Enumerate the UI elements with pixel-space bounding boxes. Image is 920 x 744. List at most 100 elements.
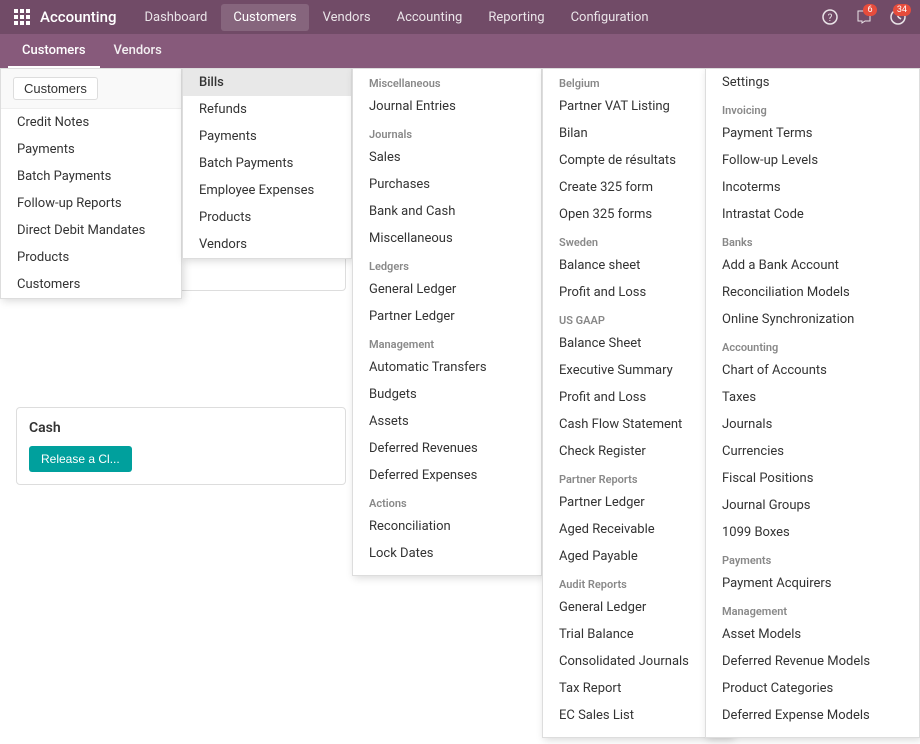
accounting-purchases[interactable]: Purchases	[353, 171, 541, 198]
reporting-partner-vat[interactable]: Partner VAT Listing	[543, 93, 731, 120]
second-nav-vendors[interactable]: Vendors	[100, 34, 176, 68]
customers-dropdown-header: Customers	[1, 69, 181, 109]
reporting-consolidated-journals[interactable]: Consolidated Journals	[543, 648, 731, 675]
customers-credit-notes[interactable]: Credit Notes	[1, 109, 181, 136]
reporting-check-register[interactable]: Check Register	[543, 438, 731, 465]
reporting-belgium-label: Belgium	[543, 69, 731, 93]
customers-header-button[interactable]: Customers	[13, 77, 98, 100]
reporting-aged-receivable[interactable]: Aged Receivable	[543, 516, 731, 543]
accounting-lock-dates[interactable]: Lock Dates	[353, 540, 541, 567]
config-payment-acquirers[interactable]: Payment Acquirers	[706, 570, 919, 597]
accounting-general-ledger[interactable]: General Ledger	[353, 276, 541, 303]
accounting-journal-entries[interactable]: Journal Entries	[353, 93, 541, 120]
customers-payments[interactable]: Payments	[1, 136, 181, 163]
config-deferred-expense-models[interactable]: Deferred Expense Models	[706, 702, 919, 729]
cash-section: Cash Release a Cl...	[16, 407, 346, 485]
reporting-compte-resultats[interactable]: Compte de résultats	[543, 147, 731, 174]
second-nav-bar: Customers Vendors	[0, 34, 920, 68]
customers-products[interactable]: Products	[1, 244, 181, 271]
config-asset-models[interactable]: Asset Models	[706, 621, 919, 648]
accounting-actions-label: Actions	[353, 489, 541, 513]
config-taxes[interactable]: Taxes	[706, 384, 919, 411]
reporting-sweden-balance[interactable]: Balance sheet	[543, 252, 731, 279]
customers-customers[interactable]: Customers	[1, 271, 181, 298]
reporting-audit-general-ledger[interactable]: General Ledger	[543, 594, 731, 621]
nav-dashboard[interactable]: Dashboard	[132, 4, 219, 31]
clock-icon[interactable]: 34	[884, 3, 912, 31]
release-button[interactable]: Release a Cl...	[29, 446, 132, 472]
nav-customers[interactable]: Customers	[221, 4, 308, 31]
accounting-deferred-revenues[interactable]: Deferred Revenues	[353, 435, 541, 462]
customers-direct-debit[interactable]: Direct Debit Mandates	[1, 217, 181, 244]
reporting-usgaap-profit[interactable]: Profit and Loss	[543, 384, 731, 411]
accounting-bank-cash[interactable]: Bank and Cash	[353, 198, 541, 225]
nav-reporting[interactable]: Reporting	[476, 4, 556, 31]
vendors-dropdown: Bills Refunds Payments Batch Payments Em…	[182, 68, 352, 259]
vendors-batch-payments[interactable]: Batch Payments	[183, 150, 351, 177]
config-product-categories[interactable]: Product Categories	[706, 675, 919, 702]
config-deferred-revenue-models[interactable]: Deferred Revenue Models	[706, 648, 919, 675]
accounting-ledgers-label: Ledgers	[353, 252, 541, 276]
chat-icon[interactable]: 6	[850, 3, 878, 31]
reporting-usgaap-balance[interactable]: Balance Sheet	[543, 330, 731, 357]
config-journals[interactable]: Journals	[706, 411, 919, 438]
vendors-bills[interactable]: Bills	[183, 69, 351, 96]
accounting-miscellaneous[interactable]: Miscellaneous	[353, 225, 541, 252]
nav-accounting[interactable]: Accounting	[385, 4, 475, 31]
reporting-open-325[interactable]: Open 325 forms	[543, 201, 731, 228]
reporting-partner-reports-label: Partner Reports	[543, 465, 731, 489]
reporting-tax-report[interactable]: Tax Report	[543, 675, 731, 702]
accounting-budgets[interactable]: Budgets	[353, 381, 541, 408]
accounting-auto-transfers[interactable]: Automatic Transfers	[353, 354, 541, 381]
vendors-vendors[interactable]: Vendors	[183, 231, 351, 258]
reporting-aged-payable[interactable]: Aged Payable	[543, 543, 731, 570]
vendors-payments[interactable]: Payments	[183, 123, 351, 150]
customers-dropdown: Customers Credit Notes Payments Batch Pa…	[0, 68, 182, 299]
configuration-dropdown: Settings Invoicing Payment Terms Follow-…	[705, 68, 920, 738]
customers-batch-payments[interactable]: Batch Payments	[1, 163, 181, 190]
accounting-sales[interactable]: Sales	[353, 144, 541, 171]
config-settings[interactable]: Settings	[706, 69, 919, 96]
config-fiscal-positions[interactable]: Fiscal Positions	[706, 465, 919, 492]
reporting-ec-sales[interactable]: EC Sales List	[543, 702, 731, 729]
accounting-partner-ledger[interactable]: Partner Ledger	[353, 303, 541, 330]
vendors-employee-expenses[interactable]: Employee Expenses	[183, 177, 351, 204]
accounting-assets[interactable]: Assets	[353, 408, 541, 435]
config-online-sync[interactable]: Online Synchronization	[706, 306, 919, 333]
reporting-audit-label: Audit Reports	[543, 570, 731, 594]
second-nav-customers[interactable]: Customers	[8, 34, 100, 68]
config-intrastat-code[interactable]: Intrastat Code	[706, 201, 919, 228]
config-reconciliation-models[interactable]: Reconciliation Models	[706, 279, 919, 306]
config-banks-label: Banks	[706, 228, 919, 252]
reporting-partner-ledger[interactable]: Partner Ledger	[543, 489, 731, 516]
reporting-create-325[interactable]: Create 325 form	[543, 174, 731, 201]
reporting-executive-summary[interactable]: Executive Summary	[543, 357, 731, 384]
chat-badge: 6	[863, 4, 877, 16]
config-followup-levels[interactable]: Follow-up Levels	[706, 147, 919, 174]
nav-configuration[interactable]: Configuration	[559, 4, 661, 31]
reporting-sweden-profit[interactable]: Profit and Loss	[543, 279, 731, 306]
reporting-cashflow[interactable]: Cash Flow Statement	[543, 411, 731, 438]
config-incoterms[interactable]: Incoterms	[706, 174, 919, 201]
config-journal-groups[interactable]: Journal Groups	[706, 492, 919, 519]
config-add-bank[interactable]: Add a Bank Account	[706, 252, 919, 279]
help-icon[interactable]: ?	[816, 3, 844, 31]
nav-vendors[interactable]: Vendors	[311, 4, 383, 31]
clock-badge: 34	[893, 4, 911, 16]
config-chart-accounts[interactable]: Chart of Accounts	[706, 357, 919, 384]
svg-text:?: ?	[828, 13, 833, 24]
app-grid-icon[interactable]	[8, 3, 36, 31]
reporting-usgaap-label: US GAAP	[543, 306, 731, 330]
top-nav-items: Dashboard Customers Vendors Accounting R…	[132, 4, 816, 31]
config-payment-terms[interactable]: Payment Terms	[706, 120, 919, 147]
config-management-label: Management	[706, 597, 919, 621]
config-currencies[interactable]: Currencies	[706, 438, 919, 465]
vendors-refunds[interactable]: Refunds	[183, 96, 351, 123]
reporting-bilan[interactable]: Bilan	[543, 120, 731, 147]
reporting-trial-balance[interactable]: Trial Balance	[543, 621, 731, 648]
customers-followup-reports[interactable]: Follow-up Reports	[1, 190, 181, 217]
config-1099-boxes[interactable]: 1099 Boxes	[706, 519, 919, 546]
vendors-products[interactable]: Products	[183, 204, 351, 231]
accounting-reconciliation[interactable]: Reconciliation	[353, 513, 541, 540]
accounting-deferred-expenses[interactable]: Deferred Expenses	[353, 462, 541, 489]
